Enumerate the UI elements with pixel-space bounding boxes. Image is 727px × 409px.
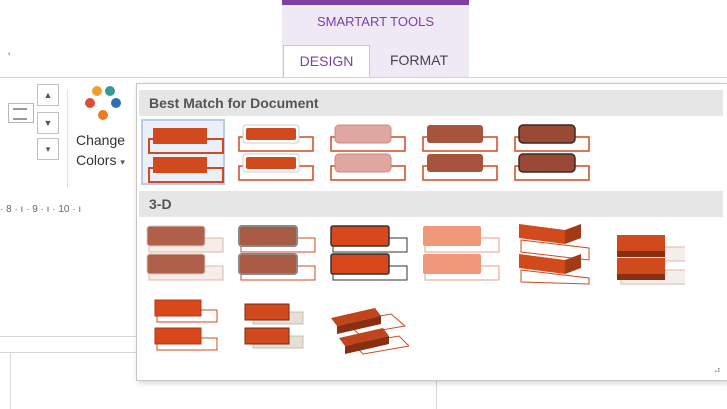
ribbon-left-glyph: ' (8, 50, 11, 64)
smartart-styles-gallery: Best Match for Document 3-D ⠴ (136, 83, 727, 381)
document-margin (10, 352, 11, 409)
style-3d-sunset-scene[interactable] (601, 220, 685, 286)
section-header-best-match: Best Match for Document (139, 90, 723, 116)
layout-thumbnail[interactable] (8, 103, 34, 123)
tab-format[interactable]: FORMAT (370, 45, 468, 77)
style-3d-cartoon[interactable] (325, 220, 409, 286)
ribbon-group-separator (67, 90, 68, 188)
change-colors-label-2: Colors (76, 152, 117, 168)
style-3d-metallic-scene[interactable] (325, 292, 409, 358)
color-palette-icon[interactable] (83, 84, 123, 122)
style-3d-inset[interactable] (233, 220, 317, 286)
gallery-scroll-down[interactable]: ▼ (37, 112, 59, 134)
style-simple-fill[interactable] (141, 119, 225, 185)
style-3d-brick-scene[interactable] (509, 220, 593, 286)
style-subtle-effect[interactable] (325, 119, 409, 185)
ribbon-divider (0, 77, 727, 78)
gallery-scroll-up[interactable]: ▲ (37, 84, 59, 106)
context-title: SMARTART TOOLS (316, 14, 435, 29)
resize-grip-icon[interactable]: ⠴ (714, 365, 721, 376)
style-3d-birds-eye[interactable] (141, 292, 225, 358)
chevron-down-icon: ▾ (120, 157, 125, 167)
document-margin (436, 379, 437, 409)
style-moderate-effect[interactable] (417, 119, 501, 185)
change-colors-button[interactable]: Change Colors ▾ (76, 130, 125, 172)
horizontal-ruler: · 8 · ı · 9 · ı · 10 · ı (0, 204, 82, 215)
document-line (0, 352, 136, 353)
style-3d-flat-scene[interactable] (233, 292, 317, 358)
style-intense-effect[interactable] (509, 119, 593, 185)
tab-design[interactable]: DESIGN (283, 45, 370, 78)
style-3d-polished[interactable] (141, 220, 225, 286)
style-3d-powder[interactable] (417, 220, 501, 286)
style-white-outline[interactable] (233, 119, 317, 185)
document-line (0, 336, 136, 337)
gallery-more-button[interactable]: ▾ (37, 138, 59, 160)
change-colors-label-1: Change (76, 132, 126, 148)
section-header-3d: 3-D (139, 191, 723, 217)
